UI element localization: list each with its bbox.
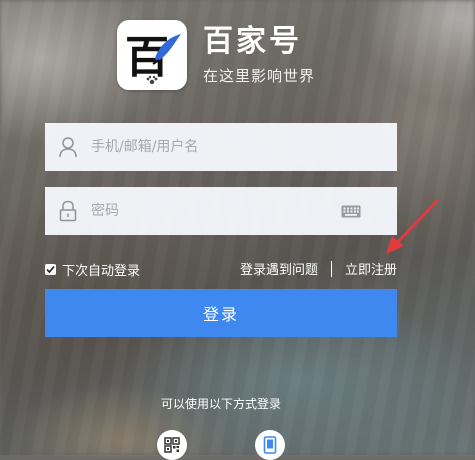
auth-links: 登录遇到问题 立即注册 (240, 259, 397, 278)
baijiahao-logo: 百 (117, 20, 187, 90)
remember-me[interactable]: 下次自动登录 (45, 260, 140, 279)
remember-checkbox[interactable] (45, 264, 56, 275)
username-input[interactable] (91, 127, 397, 167)
qr-code-login-button[interactable] (157, 430, 187, 460)
checkmark-icon (46, 265, 55, 274)
phone-login-button[interactable] (255, 430, 285, 460)
login-button[interactable]: 登录 (45, 289, 397, 337)
annotation-arrow-icon (386, 198, 440, 254)
password-field[interactable] (45, 187, 397, 235)
brand-name: 百家号 (203, 23, 302, 59)
lock-icon (45, 187, 91, 235)
password-input[interactable] (91, 191, 331, 231)
username-field[interactable] (45, 123, 397, 171)
link-divider (330, 260, 332, 277)
brand-text: 百家号 在这里影响世界 (203, 23, 316, 86)
user-icon (45, 123, 91, 171)
brand-slogan: 在这里影响世界 (203, 66, 316, 85)
login-problem-link[interactable]: 登录遇到问题 (240, 259, 318, 278)
remember-label: 下次自动登录 (62, 264, 141, 279)
qr-code-icon (164, 437, 180, 453)
keyboard-icon[interactable] (331, 187, 371, 235)
register-link[interactable]: 立即注册 (345, 259, 397, 278)
alternative-login-label: 可以使用以下方式登录 (160, 397, 281, 411)
alternative-login-methods (0, 430, 475, 460)
phone-icon (263, 436, 277, 454)
brand-header: 百 百家号 在这里影响世界 (117, 20, 315, 90)
